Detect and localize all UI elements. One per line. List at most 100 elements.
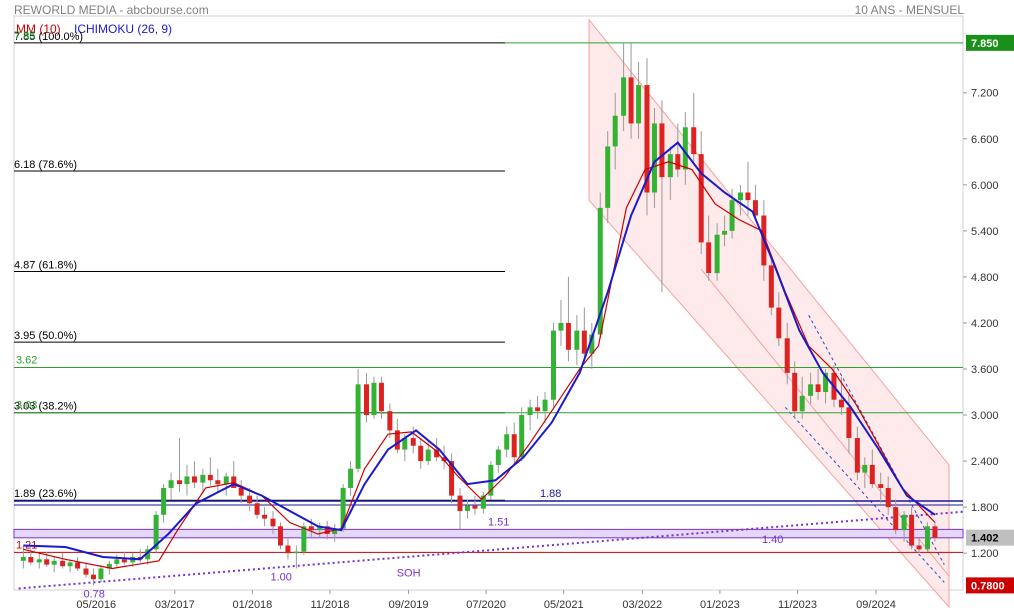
candle-body-44 bbox=[363, 384, 369, 416]
candle-body-4 bbox=[51, 560, 57, 565]
candle-body-68 bbox=[550, 330, 556, 400]
candle-body-64 bbox=[519, 415, 525, 458]
plot-frame bbox=[13, 15, 964, 591]
fib-label-3: 3.95 (50.0%) bbox=[14, 330, 77, 342]
candle-body-24 bbox=[207, 474, 213, 481]
candle-body-97 bbox=[776, 307, 782, 339]
candle-body-107 bbox=[854, 438, 860, 473]
x-tick-label-1: 03/2017 bbox=[155, 599, 195, 611]
candle-body-6 bbox=[67, 562, 73, 567]
candle-body-78 bbox=[628, 77, 634, 124]
candle-body-82 bbox=[659, 123, 665, 178]
candle-body-117 bbox=[932, 526, 938, 538]
candle-body-9 bbox=[90, 574, 96, 580]
candle-body-46 bbox=[378, 382, 384, 412]
fib-label-5: 1.89 (23.6%) bbox=[14, 488, 77, 500]
candle-body-110 bbox=[878, 484, 884, 488]
y-tick-label-9: 1.800 bbox=[971, 502, 999, 514]
level-label-1: 3.62 bbox=[16, 354, 37, 366]
candle-body-1 bbox=[28, 557, 34, 563]
candle-body-87 bbox=[698, 154, 704, 243]
candle-body-105 bbox=[838, 399, 844, 408]
candle-body-10 bbox=[98, 568, 104, 580]
price-badge-label-0: 7.850 bbox=[971, 38, 999, 50]
x-tick-label-7: 03/2022 bbox=[622, 599, 662, 611]
candle-body-116 bbox=[924, 526, 930, 550]
candle-body-0 bbox=[20, 557, 26, 561]
annotation-1: 1.00 bbox=[270, 572, 291, 584]
y-tick-label-0: 7.200 bbox=[971, 88, 999, 100]
zone-label: 1.51 bbox=[488, 516, 509, 528]
x-tick-label-8: 01/2023 bbox=[700, 599, 740, 611]
candle-body-108 bbox=[862, 464, 868, 473]
x-tick-label-4: 09/2019 bbox=[389, 599, 429, 611]
annotation-2: SOH bbox=[397, 568, 421, 580]
candle-body-45 bbox=[371, 382, 377, 416]
candle-body-70 bbox=[565, 322, 571, 350]
x-tick-label-5: 07/2020 bbox=[466, 599, 506, 611]
candle-body-66 bbox=[535, 407, 541, 412]
candle-body-3 bbox=[44, 559, 50, 565]
candle-body-31 bbox=[262, 514, 268, 519]
candle-body-101 bbox=[808, 384, 814, 396]
candle-body-32 bbox=[270, 518, 276, 527]
candle-body-89 bbox=[714, 234, 720, 274]
candle-body-102 bbox=[815, 384, 821, 393]
fib-label-2: 4.87 (61.8%) bbox=[14, 260, 77, 272]
zone-inner-label: 1.40 bbox=[762, 534, 783, 546]
level-label-2: 3.03 bbox=[16, 400, 37, 412]
candle-body-84 bbox=[675, 154, 681, 170]
candle-body-67 bbox=[542, 399, 548, 412]
fib-label-1: 6.18 (78.6%) bbox=[14, 159, 77, 171]
level-label-0: 7.85 bbox=[14, 30, 35, 42]
candle-body-115 bbox=[916, 545, 922, 550]
level-label-3: 1.88 bbox=[540, 488, 561, 500]
candlestick-chart[interactable]: 1.511.407.85 (100.0%)6.18 (78.6%)4.87 (6… bbox=[0, 0, 1014, 613]
candle-body-52 bbox=[425, 449, 431, 462]
candle-body-85 bbox=[682, 127, 688, 170]
candle-body-42 bbox=[348, 468, 354, 488]
candle-body-76 bbox=[612, 115, 618, 147]
candle-body-106 bbox=[846, 407, 852, 439]
candle-body-96 bbox=[768, 265, 774, 308]
candle-body-2 bbox=[36, 559, 42, 563]
candle-body-71 bbox=[574, 330, 580, 350]
candle-body-35 bbox=[293, 551, 299, 554]
candle-body-18 bbox=[161, 487, 167, 515]
candle-body-99 bbox=[792, 372, 798, 412]
candle-body-23 bbox=[200, 474, 206, 483]
candle-body-72 bbox=[581, 330, 587, 354]
x-tick-label-6: 05/2021 bbox=[544, 599, 584, 611]
candle-body-109 bbox=[869, 464, 875, 485]
candle-body-21 bbox=[184, 476, 190, 485]
y-tick-label-8: 2.400 bbox=[971, 456, 999, 468]
candle-body-8 bbox=[83, 568, 89, 575]
candle-body-88 bbox=[706, 242, 712, 274]
candle-body-22 bbox=[191, 476, 197, 483]
candle-body-56 bbox=[457, 495, 463, 511]
candle-body-75 bbox=[605, 146, 611, 208]
y-tick-label-3: 5.400 bbox=[971, 226, 999, 238]
candle-body-62 bbox=[504, 434, 510, 450]
y-tick-label-4: 4.800 bbox=[971, 272, 999, 284]
candle-body-30 bbox=[254, 503, 260, 515]
candle-body-36 bbox=[301, 526, 307, 552]
candle-body-77 bbox=[621, 77, 627, 116]
candle-body-92 bbox=[737, 192, 743, 201]
candle-body-5 bbox=[60, 560, 66, 567]
candle-body-111 bbox=[885, 487, 891, 508]
candle-body-83 bbox=[667, 154, 673, 178]
y-tick-label-2: 6.000 bbox=[971, 180, 999, 192]
y-tick-label-5: 4.200 bbox=[971, 318, 999, 330]
candle-body-65 bbox=[527, 407, 533, 416]
price-badge-label-1: 1.402 bbox=[971, 533, 999, 545]
candle-body-58 bbox=[472, 505, 478, 509]
x-tick-label-0: 05/2016 bbox=[76, 599, 116, 611]
candle-body-50 bbox=[410, 438, 416, 446]
candle-body-33 bbox=[277, 526, 283, 546]
candle-body-26 bbox=[223, 476, 229, 485]
candle-body-47 bbox=[387, 411, 393, 431]
candle-body-20 bbox=[176, 480, 182, 485]
candle-body-81 bbox=[651, 123, 657, 193]
x-tick-label-2: 01/2018 bbox=[233, 599, 273, 611]
